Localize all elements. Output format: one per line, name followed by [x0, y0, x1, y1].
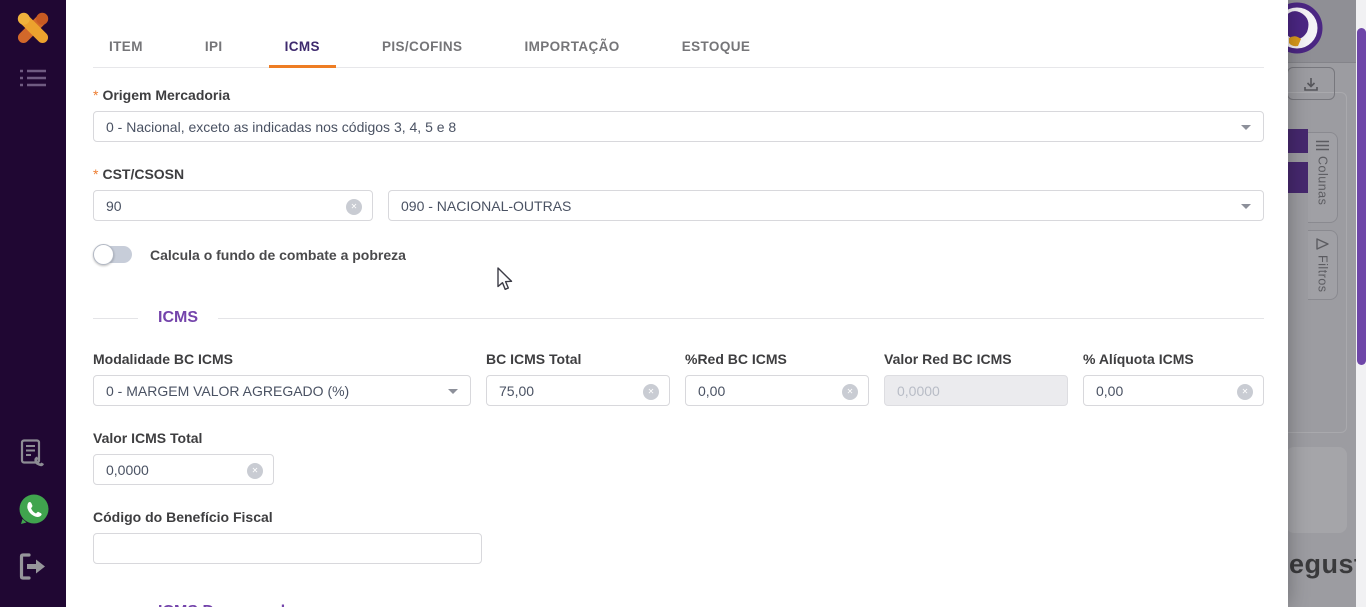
valor-icms-total-input[interactable]: 0,0000 ✕ [93, 454, 274, 485]
chevron-down-icon [448, 389, 458, 394]
item-edit-modal: ITEM IPI ICMS PIS/COFINS IMPORTAÇÃO ESTO… [66, 0, 1288, 607]
bc-icms-total-input[interactable]: 75,00 ✕ [486, 375, 670, 406]
aliquota-icms-input[interactable]: 0,00 ✕ [1083, 375, 1264, 406]
filtros-tab-label: Filtros [1316, 255, 1330, 293]
bc-icms-total-label: BC ICMS Total [486, 351, 670, 367]
icms-desonerado-section-title: ICMS Desonerado [158, 603, 295, 607]
cst-code-input[interactable]: 90 ✕ [93, 190, 373, 221]
cst-description-select[interactable]: 090 - NACIONAL-OUTRAS [388, 190, 1264, 221]
download-button[interactable] [1287, 67, 1335, 100]
tab-estoque[interactable]: ESTOQUE [666, 25, 767, 67]
codigo-beneficio-fiscal-label: Código do Benefício Fiscal [93, 509, 1264, 525]
scrollbar-thumb[interactable] [1357, 28, 1366, 365]
valor-icms-total-label: Valor ICMS Total [93, 430, 1264, 446]
divider [218, 318, 1264, 319]
clear-icon[interactable]: ✕ [842, 384, 858, 400]
whatsapp-icon[interactable] [17, 493, 50, 531]
aliquota-icms-field: % Alíquota ICMS 0,00 ✕ [1083, 351, 1264, 406]
active-tab-indicator [269, 65, 336, 68]
clear-icon[interactable]: ✕ [1237, 384, 1253, 400]
aliquota-icms-label: % Alíquota ICMS [1083, 351, 1264, 367]
tab-importacao[interactable]: IMPORTAÇÃO [508, 25, 635, 67]
icms-desonerado-section-header: ICMS Desonerado [93, 603, 1264, 607]
colunas-side-tab[interactable]: Colunas [1308, 132, 1338, 223]
icms-section-title: ICMS [158, 309, 198, 327]
download-icon [1302, 75, 1320, 93]
app-sidebar [0, 0, 66, 607]
icms-section-header: ICMS [93, 309, 1264, 327]
tab-bar: ITEM IPI ICMS PIS/COFINS IMPORTAÇÃO ESTO… [93, 25, 1264, 68]
filtros-side-tab[interactable]: Filtros [1308, 230, 1338, 300]
brand-text: egust [1289, 549, 1364, 580]
chevron-down-icon [1241, 204, 1251, 209]
clear-icon[interactable]: ✕ [643, 384, 659, 400]
required-asterisk: * [93, 87, 98, 103]
red-bc-icms-label: %Red BC ICMS [685, 351, 869, 367]
tab-ipi[interactable]: IPI [189, 25, 239, 67]
clear-icon[interactable]: ✕ [346, 199, 362, 215]
red-bc-icms-input[interactable]: 0,00 ✕ [685, 375, 869, 406]
valor-red-bc-icms-label: Valor Red BC ICMS [884, 351, 1068, 367]
page-scrollbar[interactable] [1356, 0, 1366, 607]
colunas-tab-label: Colunas [1316, 156, 1330, 205]
chevron-down-icon [1241, 125, 1251, 130]
origem-mercadoria-label: * Origem Mercadoria [93, 87, 1264, 103]
support-contact-icon[interactable] [20, 439, 47, 472]
filter-icon [1316, 238, 1329, 250]
tab-pis-cofins[interactable]: PIS/COFINS [366, 25, 479, 67]
logout-icon[interactable] [17, 552, 49, 586]
columns-icon [1316, 140, 1329, 151]
modalidade-bc-icms-select[interactable]: 0 - MARGEM VALOR AGREGADO (%) [93, 375, 471, 406]
fcp-toggle-label: Calcula o fundo de combate a pobreza [150, 247, 406, 263]
toggle-knob [93, 244, 114, 265]
app-logo-icon[interactable] [13, 7, 53, 54]
tab-item[interactable]: ITEM [93, 25, 159, 67]
red-bc-icms-field: %Red BC ICMS 0,00 ✕ [685, 351, 869, 406]
required-asterisk: * [93, 166, 98, 182]
cst-csosn-label: * CST/CSOSN [93, 166, 1264, 182]
modalidade-bc-icms-field: Modalidade BC ICMS 0 - MARGEM VALOR AGRE… [93, 351, 471, 406]
background-card [1286, 447, 1347, 533]
fcp-toggle[interactable] [93, 244, 134, 265]
clear-icon[interactable]: ✕ [247, 463, 263, 479]
divider [93, 318, 138, 319]
tab-icms[interactable]: ICMS [269, 25, 336, 67]
valor-red-bc-icms-input: 0,0000 [884, 375, 1068, 406]
valor-red-bc-icms-field: Valor Red BC ICMS 0,0000 [884, 351, 1068, 406]
origem-mercadoria-select[interactable]: 0 - Nacional, exceto as indicadas nos có… [93, 111, 1264, 142]
bc-icms-total-field: BC ICMS Total 75,00 ✕ [486, 351, 670, 406]
menu-list-icon[interactable] [20, 68, 46, 93]
codigo-beneficio-fiscal-input[interactable] [93, 533, 482, 564]
modalidade-bc-icms-label: Modalidade BC ICMS [93, 351, 471, 367]
